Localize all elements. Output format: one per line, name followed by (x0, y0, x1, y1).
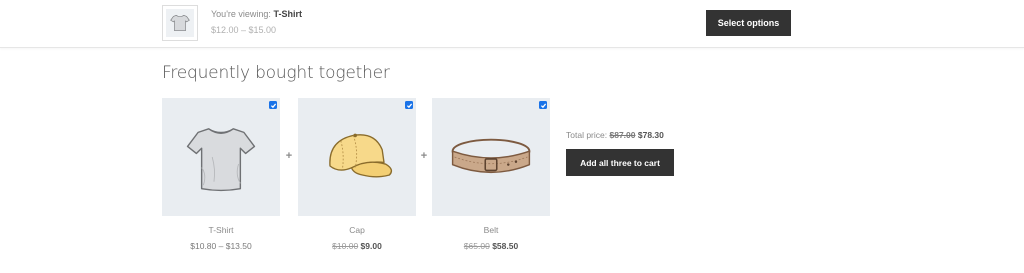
original-price: $10.00 (332, 241, 359, 251)
sticky-product-name: T-Shirt (273, 9, 302, 19)
sticky-price-range: $12.00 – $15.00 (211, 25, 277, 35)
add-all-to-cart-button[interactable]: Add all three to cart (566, 149, 674, 176)
product-image-tile[interactable] (162, 98, 280, 216)
include-checkbox[interactable] (539, 101, 547, 109)
sticky-product-info: You're viewing: T-Shirt $12.00 – $15.00 (211, 9, 302, 35)
sticky-product-thumbnail[interactable] (162, 5, 198, 41)
include-checkbox[interactable] (269, 101, 277, 109)
product-name[interactable]: T-Shirt (162, 225, 280, 235)
product-name[interactable]: Cap (298, 225, 416, 235)
product-image-tile[interactable] (432, 98, 550, 216)
tshirt-icon (170, 14, 190, 32)
checkmark-icon (540, 103, 546, 108)
cap-icon (329, 133, 393, 178)
sale-price: $9.00 (360, 241, 382, 251)
original-price: $65.00 (463, 241, 490, 251)
sale-price: $58.50 (492, 241, 519, 251)
product-price: $10.80 – $13.50 (190, 241, 252, 251)
section-title: Frequently bought together (162, 63, 390, 83)
product-image-tile[interactable] (298, 98, 416, 216)
total-price-label: Total price: (566, 130, 608, 140)
bundle-item-tshirt: T-Shirt $10.80 – $13.50 (162, 98, 280, 251)
bundle-item-cap: Cap $10.00 $9.00 (298, 98, 416, 251)
include-checkbox[interactable] (405, 101, 413, 109)
tshirt-icon (186, 128, 256, 192)
select-options-button[interactable]: Select options (706, 10, 791, 36)
checkmark-icon (270, 103, 276, 108)
checkmark-icon (406, 103, 412, 108)
viewing-line: You're viewing: T-Shirt (211, 9, 302, 19)
total-price: Total price: $87.00 $78.30 (566, 130, 664, 140)
total-sale-price: $78.30 (637, 130, 664, 140)
product-price: $65.00 $58.50 (432, 241, 550, 251)
sticky-add-to-cart-bar: You're viewing: T-Shirt $12.00 – $15.00 … (0, 0, 1024, 48)
viewing-prefix: You're viewing: (211, 9, 271, 19)
product-name[interactable]: Belt (432, 225, 550, 235)
product-price: $10.00 $9.00 (298, 241, 416, 251)
total-original-price: $87.00 (609, 130, 636, 140)
plus-separator: + (285, 150, 293, 162)
plus-separator: + (420, 150, 428, 162)
belt-icon (451, 138, 531, 173)
bundle-item-belt: Belt $65.00 $58.50 (432, 98, 550, 251)
